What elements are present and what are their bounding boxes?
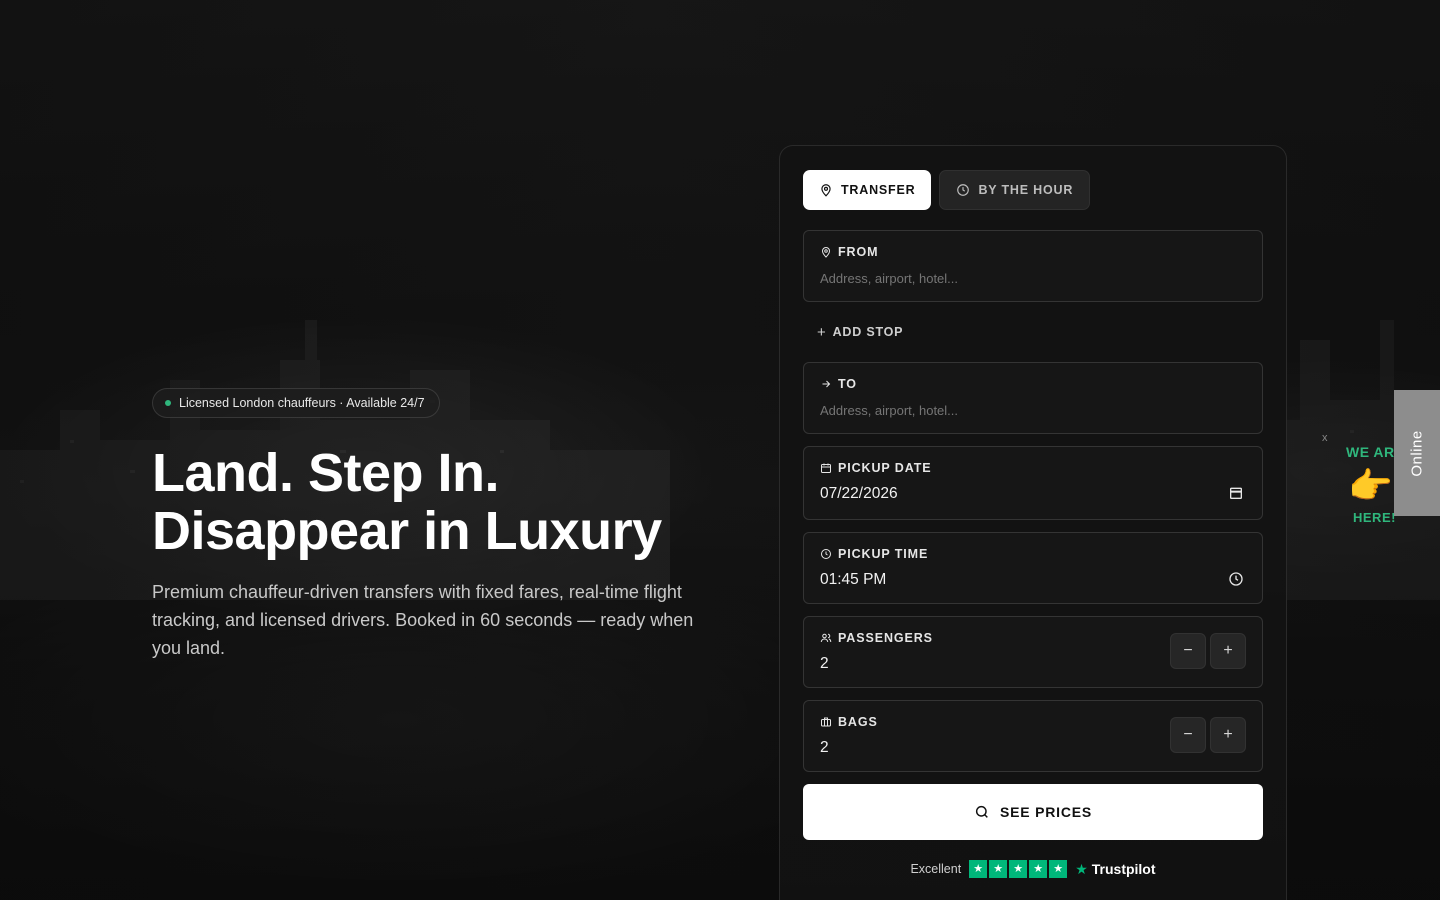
clock-icon [821, 549, 831, 559]
bags-decrement-button[interactable]: − [1170, 717, 1206, 753]
pickup-date-label-text: PICKUP DATE [838, 461, 932, 475]
hero-title-line2: Disappear in Luxury [152, 501, 662, 561]
bags-field: BAGS 2 − + [803, 700, 1263, 772]
map-pin-icon [821, 184, 831, 197]
close-icon[interactable]: x [1322, 432, 1328, 444]
from-input[interactable] [820, 271, 1246, 286]
here-text: HERE! [1353, 510, 1396, 525]
hero-section: Licensed London chauffeurs · Available 2… [152, 388, 722, 662]
see-prices-label: SEE PRICES [999, 804, 1093, 820]
pickup-date-value[interactable]: 07/22/2026 [820, 485, 1246, 503]
search-icon [975, 805, 988, 818]
pickup-time-field[interactable]: PICKUP TIME 01:45 PM [803, 532, 1263, 604]
pickup-time-value[interactable]: 01:45 PM [820, 571, 1246, 589]
tab-by-the-hour[interactable]: BY THE HOUR [939, 170, 1091, 210]
calendar-icon [821, 463, 831, 473]
booking-tabs: TRANSFER BY THE HOUR [803, 170, 1263, 210]
status-dot-icon [165, 400, 171, 406]
online-tab-label: Online [1408, 429, 1426, 477]
availability-badge: Licensed London chauffeurs · Available 2… [152, 388, 440, 418]
bags-stepper: − + [1170, 717, 1246, 753]
hero-title: Land. Step In. Disappear in Luxury [152, 444, 722, 560]
calendar-picker-icon[interactable] [1228, 485, 1244, 501]
add-stop-button[interactable]: + ADD STOP [817, 323, 1263, 341]
tab-by-the-hour-label: BY THE HOUR [978, 183, 1074, 197]
star-icon: ★ [1029, 860, 1048, 878]
passengers-stepper: − + [1170, 633, 1246, 669]
map-pin-icon [821, 247, 831, 258]
passengers-label-text: PASSENGERS [838, 631, 933, 645]
pickup-time-label-text: PICKUP TIME [838, 547, 929, 561]
hero-subtitle: Premium chauffeur-driven transfers with … [152, 582, 694, 658]
hero-title-line1: Land. Step In. [152, 443, 500, 503]
add-stop-label: ADD STOP [832, 325, 904, 339]
rating-text: Excellent [910, 862, 962, 876]
passengers-increment-button[interactable]: + [1210, 633, 1246, 669]
to-label-text: TO [838, 377, 857, 391]
from-label: FROM [820, 245, 1246, 259]
trustpilot-brand: Trustpilot [1091, 861, 1156, 877]
booking-card: TRANSFER BY THE HOUR FROM + ADD STOP TO … [779, 145, 1287, 900]
passengers-field: PASSENGERS 2 − + [803, 616, 1263, 688]
rating-stars: ★ ★ ★ ★ ★ [969, 860, 1068, 878]
tab-transfer-label: TRANSFER [841, 183, 916, 197]
pickup-date-label: PICKUP DATE [820, 461, 1246, 475]
trustpilot-logo: ★ Trustpilot [1075, 861, 1155, 878]
pickup-date-field[interactable]: PICKUP DATE 07/22/2026 [803, 446, 1263, 520]
arrow-right-icon [822, 380, 831, 388]
bags-increment-button[interactable]: + [1210, 717, 1246, 753]
passengers-decrement-button[interactable]: − [1170, 633, 1206, 669]
from-label-text: FROM [838, 245, 879, 259]
online-chat-tab[interactable]: Online [1394, 390, 1440, 516]
trustpilot-star-icon: ★ [1075, 860, 1088, 877]
trustpilot-rating[interactable]: Excellent ★ ★ ★ ★ ★ ★ Trustpilot [803, 860, 1263, 878]
star-icon: ★ [989, 860, 1008, 878]
pointing-hand-icon: 👉 [1348, 465, 1393, 506]
star-icon: ★ [1009, 860, 1028, 878]
tab-transfer[interactable]: TRANSFER [803, 170, 932, 210]
to-field[interactable]: TO [803, 362, 1263, 434]
to-input[interactable] [820, 403, 1246, 418]
luggage-icon [821, 717, 831, 727]
to-label: TO [820, 377, 1246, 391]
time-picker-icon[interactable] [1228, 571, 1244, 587]
badge-text: Licensed London chauffeurs · Available 2… [179, 396, 425, 410]
see-prices-button[interactable]: SEE PRICES [803, 784, 1263, 840]
pickup-time-label: PICKUP TIME [820, 547, 1246, 561]
plus-icon: + [817, 323, 827, 341]
from-field[interactable]: FROM [803, 230, 1263, 302]
users-icon [820, 633, 832, 643]
star-icon: ★ [969, 860, 988, 878]
star-icon: ★ [1049, 860, 1068, 878]
bags-label-text: BAGS [838, 715, 878, 729]
clock-icon [957, 184, 970, 196]
